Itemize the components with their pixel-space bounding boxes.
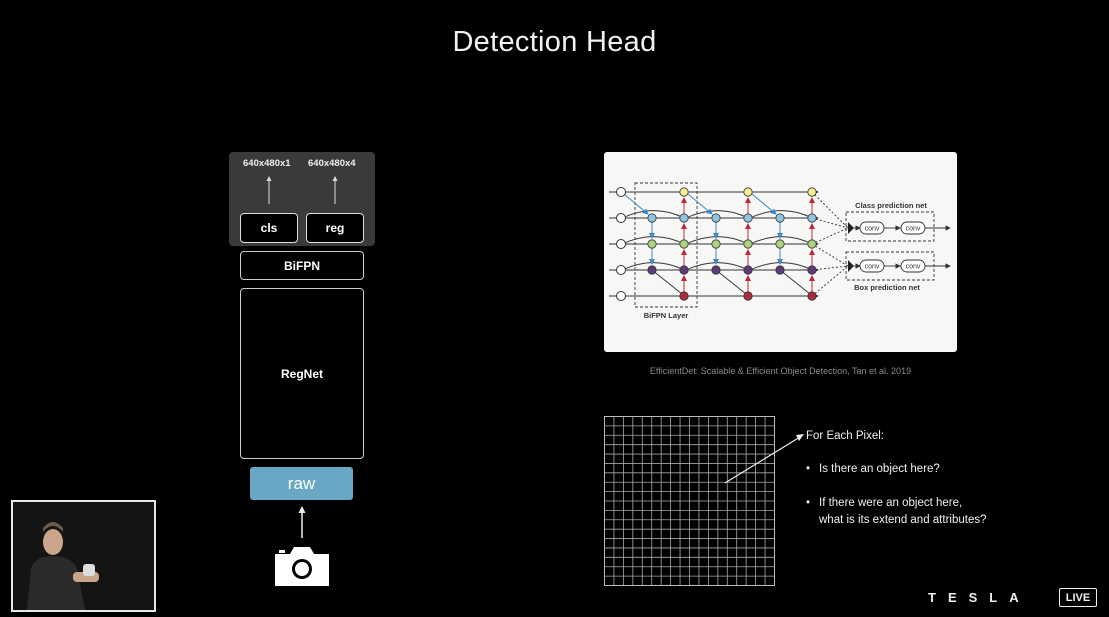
bullet-if-object: If there were an object here, [819, 497, 963, 509]
slide-title: Detection Head [452, 26, 657, 58]
reg-head-box: reg [306, 213, 364, 243]
pixel-heading: For Each Pixel: [806, 430, 884, 442]
camera-up-arrow [298, 506, 306, 538]
pixel-pointer-arrow [724, 434, 804, 484]
live-badge: LIVE [1059, 588, 1097, 607]
conv-label: conv [906, 226, 921, 233]
regnet-box: RegNet [240, 288, 364, 459]
conv-label: conv [906, 264, 921, 271]
presenter-figure [13, 502, 154, 610]
bullet-dot: • [806, 497, 811, 509]
bifpn-layer-label: BiFPN Layer [644, 311, 689, 320]
bifpn-box: BiFPN [240, 251, 364, 280]
conv-label: conv [865, 264, 880, 271]
conv-label: conv [865, 226, 880, 233]
camera-icon [275, 547, 329, 586]
efficientdet-figure: conv conv conv conv Class prediction net… [604, 152, 957, 352]
raw-input-box: raw [250, 467, 353, 500]
bullet-dot: • [806, 463, 811, 475]
bifpn-diagram: conv conv conv conv Class prediction net… [609, 182, 951, 320]
presenter-video [11, 500, 156, 612]
class-net-label: Class prediction net [855, 201, 927, 210]
box-net-label: Box prediction net [854, 283, 920, 292]
bullet-extend-attributes: what is its extend and attributes? [819, 514, 987, 526]
cls-head-box: cls [240, 213, 298, 243]
bullet-object-here: Is there an object here? [819, 463, 940, 475]
figure-caption: EfficientDet: Scalable & Efficient Objec… [649, 366, 912, 376]
tesla-logo: TESLA [928, 590, 1031, 605]
